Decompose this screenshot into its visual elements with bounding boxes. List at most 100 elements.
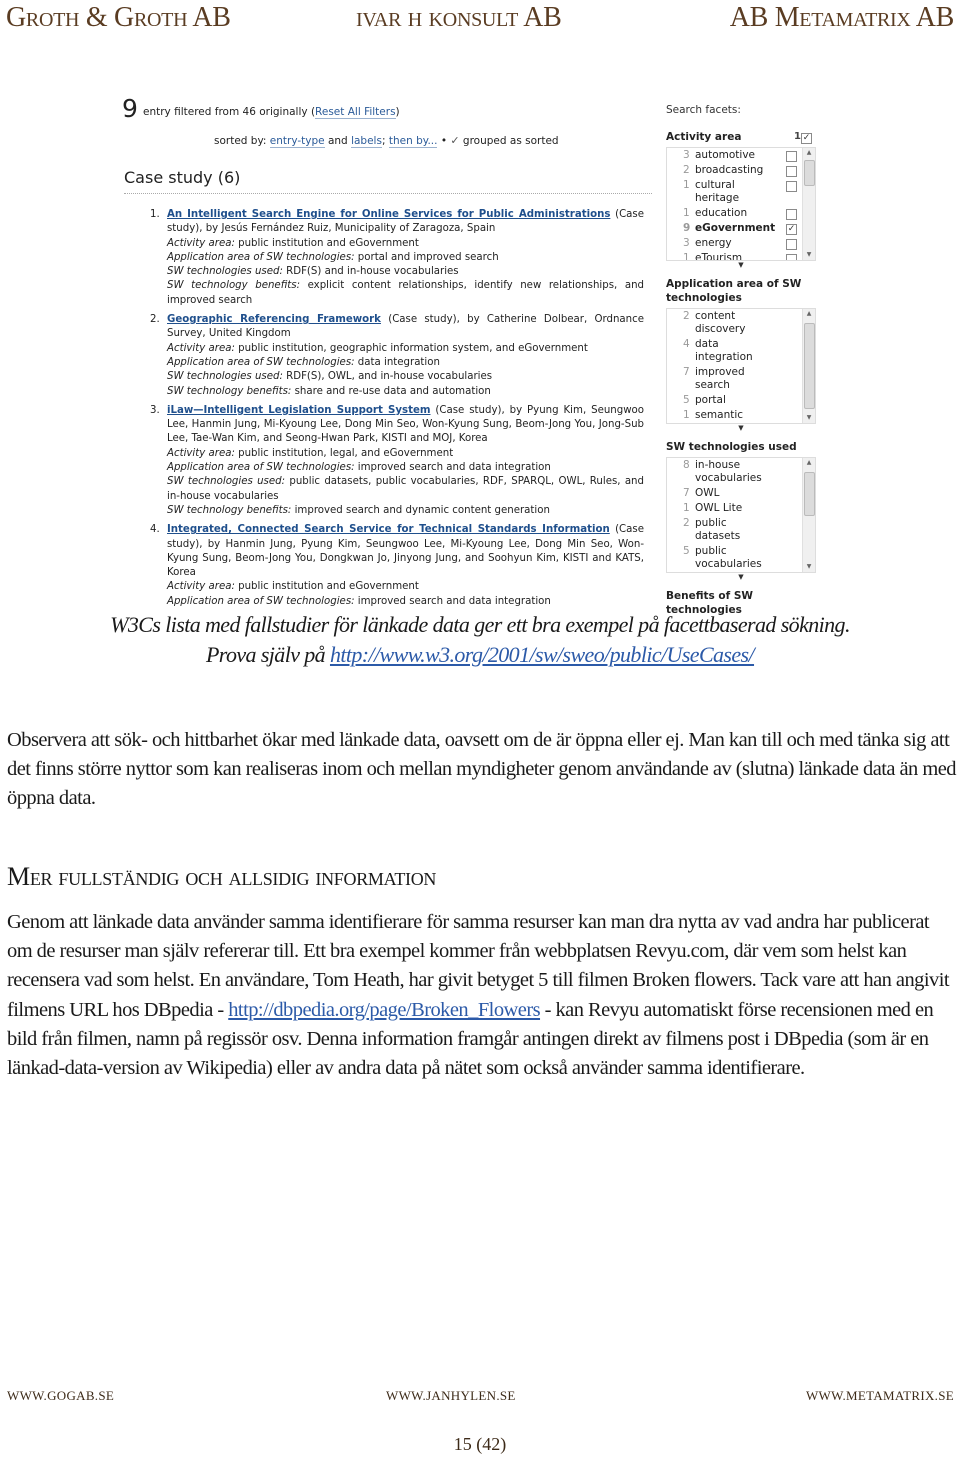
facet-count: 9 — [683, 222, 691, 234]
facet-item[interactable]: 8 in-house vocabularies — [667, 458, 815, 486]
benefits-label: SW technology benefits: — [167, 280, 301, 292]
scroll-down-arrow-icon[interactable]: ▼ — [803, 250, 815, 260]
result-number: 4. — [150, 524, 160, 536]
result-count: 9 — [122, 94, 138, 123]
checkbox-checked-icon[interactable]: ✓ — [786, 224, 797, 235]
facet-label: public vocabularies — [695, 545, 762, 570]
activity-area-value: public institution and eGovernment — [234, 581, 419, 593]
facet-item[interactable]: 2 public datasets — [667, 516, 815, 544]
facet-label: semantic annotation — [695, 409, 752, 423]
checkbox-icon[interactable] — [786, 166, 797, 177]
checkbox-icon[interactable] — [786, 254, 797, 260]
scroll-up-arrow-icon[interactable]: ▲ — [803, 309, 815, 319]
result-title-link[interactable]: iLaw—Intelligent Legislation Support Sys… — [167, 405, 431, 416]
sort-then-by-link[interactable]: then by... — [388, 135, 438, 148]
application-area-row: Application area of SW technologies: dat… — [167, 356, 644, 370]
application-area-label: Application area of SW technologies: — [167, 462, 355, 474]
technologies-used-label: SW technologies used: — [167, 371, 283, 383]
facet-item[interactable]: 1 eTourism — [667, 251, 815, 260]
sort-semicolon: ; — [381, 135, 386, 147]
technologies-used-value: RDF(S), OWL, and in-house vocabularies — [282, 371, 493, 383]
scroll-down-arrow-icon[interactable]: ▼ — [803, 562, 815, 572]
benefits-row: SW technology benefits: improved search … — [167, 504, 644, 518]
paragraph-observation: Observera att sök- och hittbarhet ökar m… — [7, 729, 957, 810]
facet-label: eGovernment — [695, 222, 776, 234]
resize-handle-icon[interactable]: ▼ — [666, 573, 816, 581]
facet-item[interactable]: 1 cultural heritage — [667, 178, 815, 206]
facet-label: cultural heritage — [695, 179, 740, 204]
header-company-right: AB Metamatrix AB — [729, 2, 955, 33]
result-title-link[interactable]: Geographic Referencing Framework — [167, 314, 381, 325]
facet-count: 4 — [683, 338, 690, 350]
page-header: Groth & Groth AB ivar h konsult AB AB Me… — [0, 2, 960, 42]
activity-area-value: public institution, geographic informati… — [234, 342, 588, 354]
facet-item[interactable]: 1 semantic annotation — [667, 408, 815, 423]
footer-url-right: WWW.METAMATRIX.SE — [805, 1388, 954, 1403]
facet-item[interactable]: 1 OWL Lite — [667, 501, 815, 516]
facet-item[interactable]: 3 automotive — [667, 148, 815, 163]
result-item: 1. An Intelligent Search Engine for Onli… — [150, 208, 644, 308]
result-item: 3. iLaw—Intelligent Legislation Support … — [150, 404, 644, 518]
search-facets-panel: Search facets: Activity area 1 ✓ 3 automot… — [666, 104, 816, 631]
facet-title: Activity area 1 ✓ — [666, 130, 816, 144]
checkbox-icon[interactable] — [786, 181, 797, 192]
facet-scrollbar[interactable]: ▲ ▼ — [802, 148, 815, 260]
facet-item[interactable]: 4 data integration — [667, 337, 815, 365]
checkbox-checked-icon[interactable]: ✓ — [801, 133, 812, 144]
reset-filters-link[interactable]: Reset All Filters — [315, 106, 396, 119]
result-item: 4. Integrated, Connected Search Service … — [150, 523, 644, 609]
result-title-link[interactable]: Integrated, Connected Search Service for… — [167, 524, 610, 535]
checkbox-icon[interactable] — [786, 209, 797, 220]
facet-list[interactable]: 8 in-house vocabularies 7 OWL 1 OWL Lite 2p… — [666, 457, 816, 573]
facet-count: 1 — [683, 207, 690, 219]
result-title-link[interactable]: An Intelligent Search Engine for Online … — [167, 209, 610, 220]
scroll-thumb[interactable] — [804, 160, 815, 186]
scroll-down-arrow-icon[interactable]: ▼ — [803, 413, 815, 423]
facet-item[interactable]: 7 OWL — [667, 486, 815, 501]
application-area-row: Application area of SW technologies: por… — [167, 251, 644, 265]
resize-handle-icon[interactable]: ▼ — [666, 261, 816, 269]
facet-item[interactable]: 7 improved search — [667, 365, 815, 393]
resize-handle-icon[interactable]: ▼ — [666, 424, 816, 432]
facet-item[interactable]: 5 public vocabularies — [667, 544, 815, 572]
filter-summary-close: ) — [395, 106, 400, 118]
facet-item[interactable]: 2 content discovery — [667, 309, 815, 337]
scroll-thumb[interactable] — [804, 472, 815, 516]
facet-label: portal — [695, 394, 726, 406]
facet-list[interactable]: 3 automotive 2 broadcasting 1 cultural heri… — [666, 147, 816, 261]
page-number: 15 (42) — [453, 1434, 507, 1454]
activity-area-row: Activity area: public institution, geogr… — [167, 342, 644, 356]
footer-url-center: WWW.JANHYLEN.SE — [386, 1388, 516, 1403]
facet-item-selected[interactable]: 9 eGovernment ✓ — [667, 221, 815, 236]
scroll-thumb[interactable] — [804, 323, 815, 409]
facet-selected-count[interactable]: 1 ✓ — [794, 130, 812, 144]
facet-scrollbar[interactable]: ▲ ▼ — [802, 458, 815, 572]
benefits-row: SW technology benefits: explicit content… — [167, 279, 644, 308]
scroll-up-arrow-icon[interactable]: ▲ — [803, 148, 815, 158]
sort-entry-type-link[interactable]: entry-type — [269, 135, 325, 148]
technologies-used-row: SW technologies used: public datasets, p… — [167, 475, 644, 504]
checkbox-icon[interactable] — [786, 239, 797, 250]
facet-title-text: Activity area — [666, 131, 742, 143]
scroll-up-arrow-icon[interactable]: ▲ — [803, 458, 815, 468]
facet-title: Application area of SW technologies — [666, 278, 802, 304]
dbpedia-link[interactable]: http://dbpedia.org/page/Broken_Flowers — [228, 999, 540, 1021]
header-company-center: ivar h konsult AB — [356, 2, 562, 33]
grouped-label: grouped as sorted — [462, 135, 559, 147]
use-cases-link[interactable]: http://www.w3.org/2001/sw/sweo/public/Us… — [330, 642, 755, 667]
grouped-checkbox-icon[interactable]: ✓ — [450, 134, 459, 147]
checkbox-icon[interactable] — [786, 151, 797, 162]
facet-scrollbar[interactable]: ▲ ▼ — [802, 309, 815, 423]
benefits-label: SW technology benefits: — [167, 504, 292, 516]
facet-item[interactable]: 1 education — [667, 206, 815, 221]
sort-labels-link[interactable]: labels — [351, 135, 382, 148]
facet-item[interactable]: 5 portal — [667, 393, 815, 408]
facet-item[interactable]: 2 broadcasting — [667, 163, 815, 178]
facet-count: 8 — [683, 459, 690, 471]
filter-count-line: 9 entry filtered from 46 originally (Res… — [122, 94, 400, 123]
caption-line-2: Prova själv på http://www.w3.org/2001/sw… — [0, 640, 960, 670]
facet-list[interactable]: 2 content discovery 4 data integration 7 im… — [666, 308, 816, 424]
facet-item[interactable]: 3 energy — [667, 236, 815, 251]
result-number: 1. — [150, 209, 160, 220]
facet-label: broadcasting — [695, 164, 764, 176]
